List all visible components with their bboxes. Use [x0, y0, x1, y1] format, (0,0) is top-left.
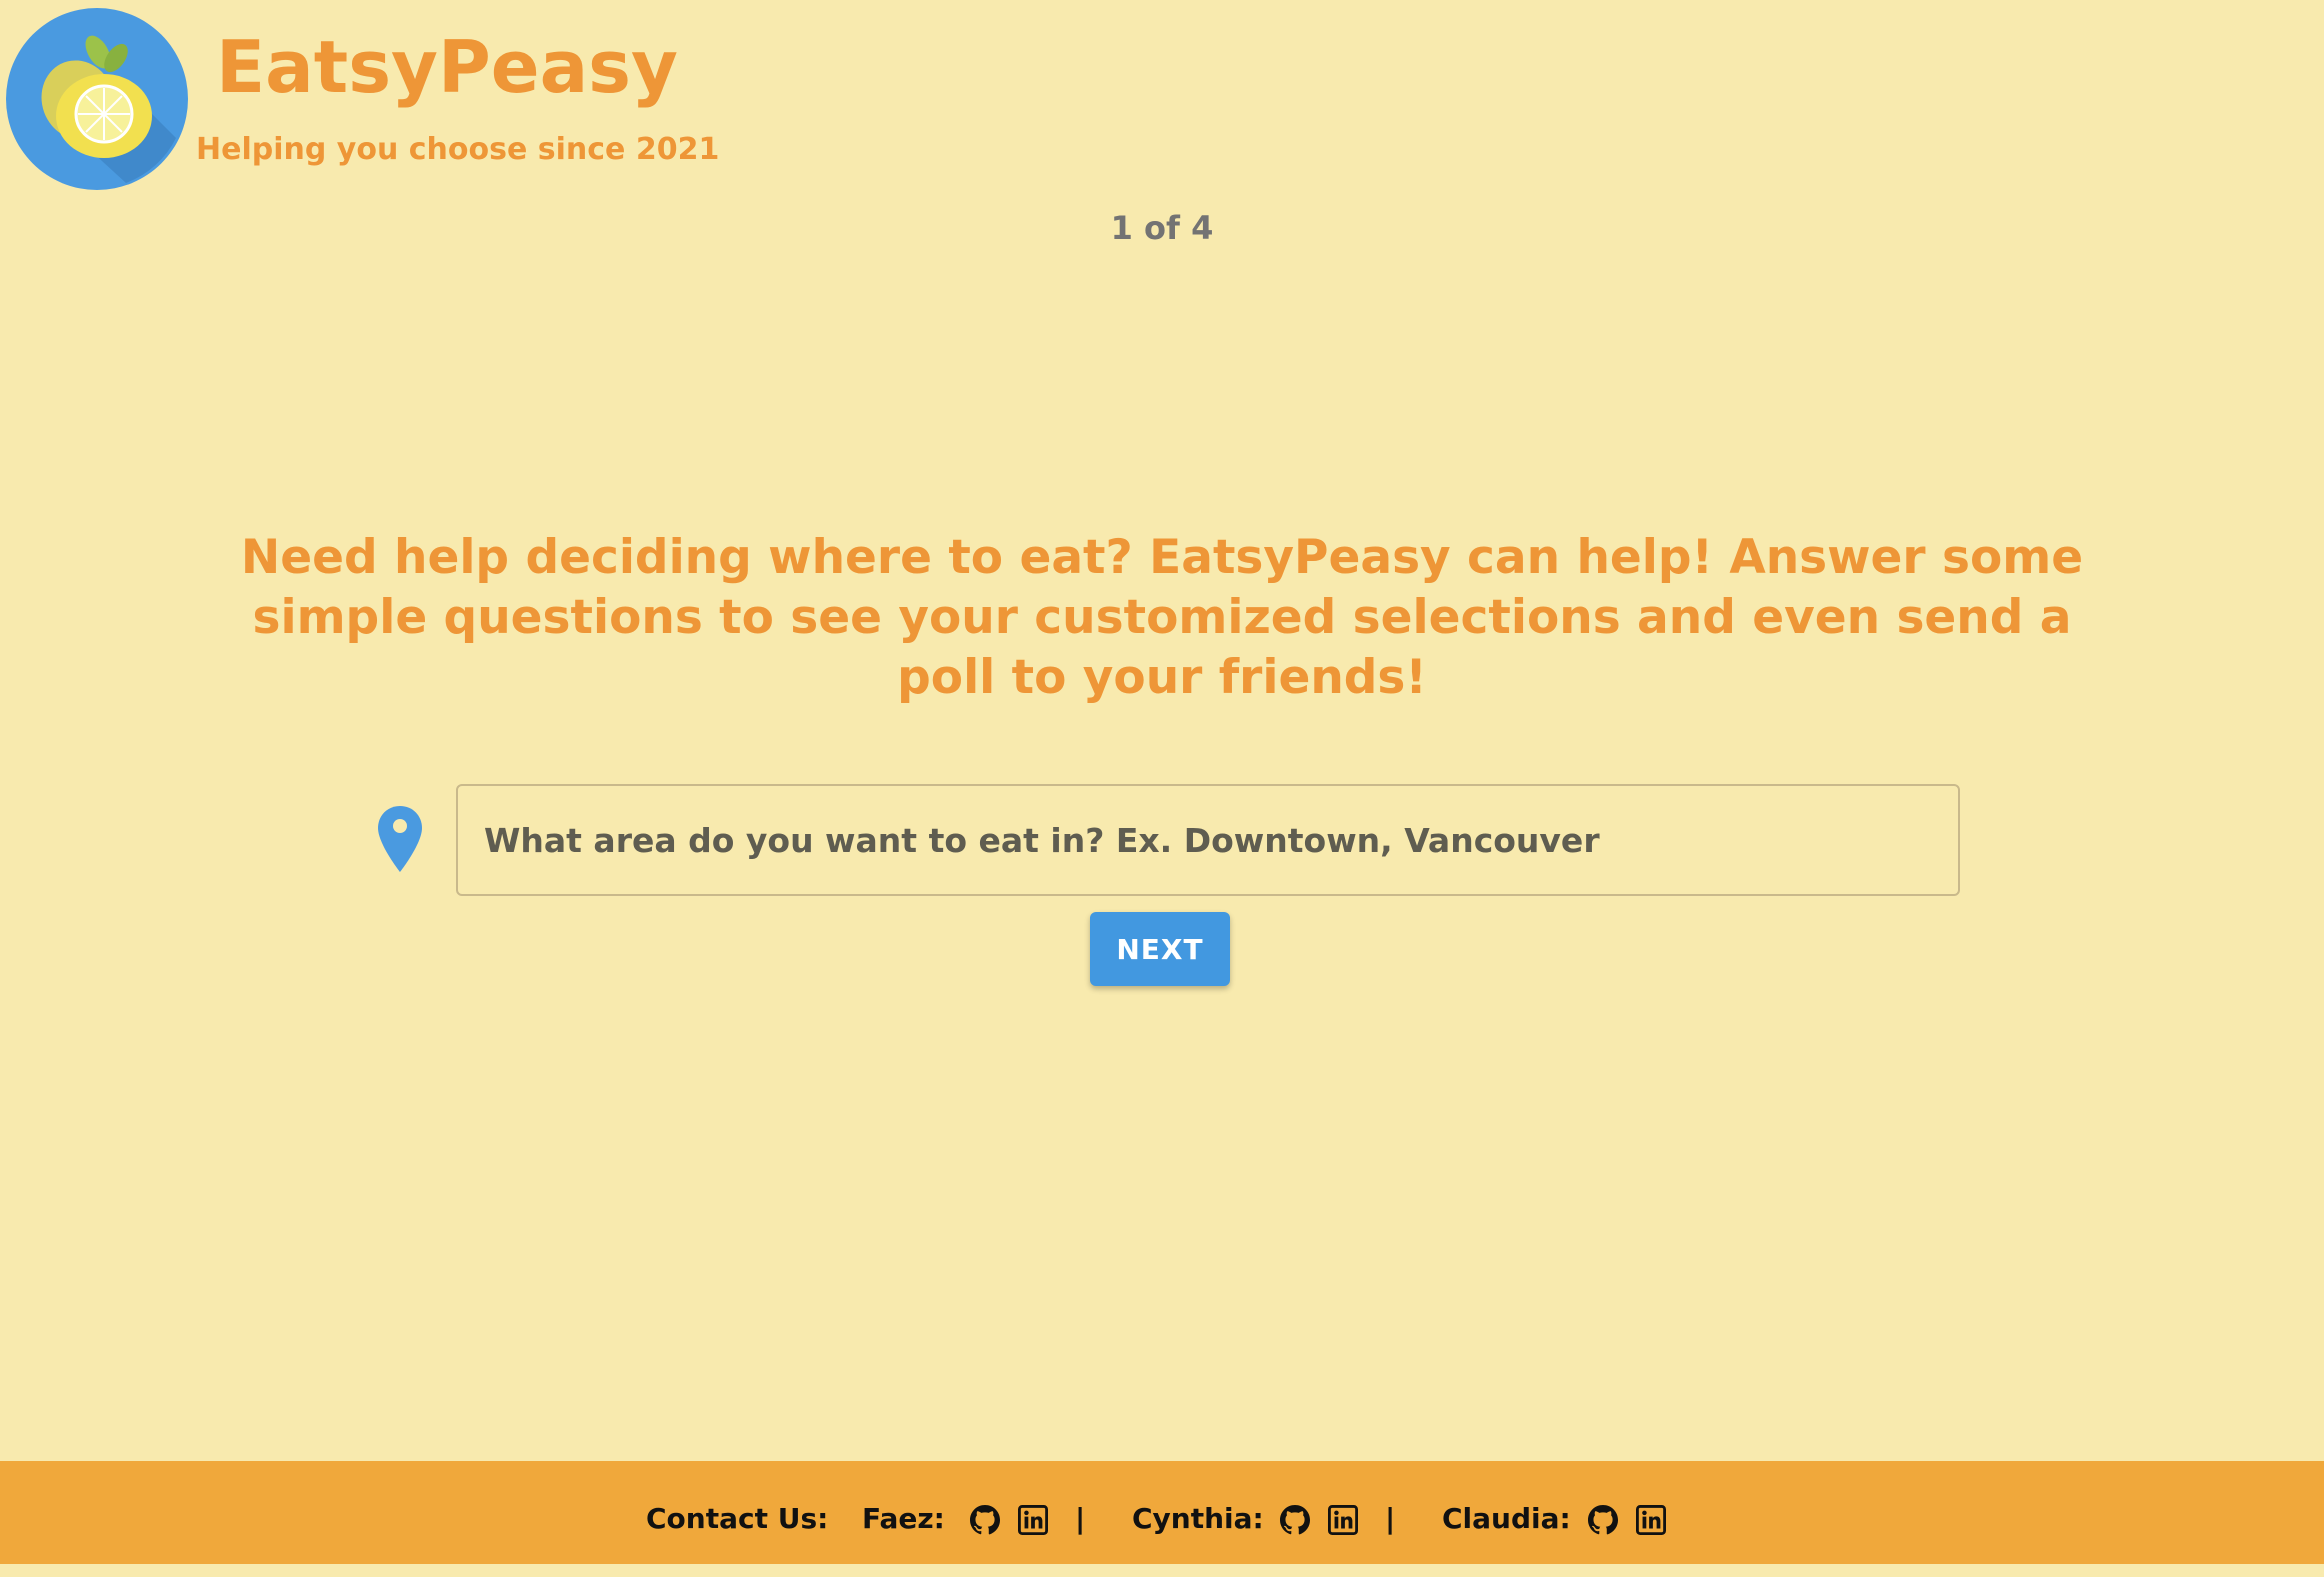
next-button[interactable]: NEXT	[1090, 912, 1230, 986]
step-counter: 1 of 4	[1110, 209, 1214, 247]
contact-name-cynthia: Cynthia:	[1132, 1502, 1264, 1535]
contact-name-faez: Faez:	[862, 1502, 945, 1535]
contact-name-claudia: Claudia:	[1442, 1502, 1571, 1535]
linkedin-icon[interactable]	[1328, 1505, 1358, 1535]
github-icon[interactable]	[970, 1505, 1000, 1535]
lemon-logo	[6, 8, 188, 190]
github-icon[interactable]	[1280, 1505, 1310, 1535]
intro-text: Need help deciding where to eat? EatsyPe…	[240, 530, 2084, 705]
app-title: EatsyPeasy	[216, 25, 678, 109]
map-pin-icon	[378, 806, 422, 872]
linkedin-icon[interactable]	[1636, 1505, 1666, 1535]
separator: |	[1385, 1502, 1396, 1535]
separator: |	[1075, 1502, 1086, 1535]
location-search-input[interactable]	[456, 784, 1960, 896]
contact-label: Contact Us:	[646, 1502, 829, 1535]
github-icon[interactable]	[1588, 1505, 1618, 1535]
footer: Contact Us: Faez: | Cynthia: | Claudia:	[0, 1461, 2324, 1564]
linkedin-icon[interactable]	[1018, 1505, 1048, 1535]
app-tagline: Helping you choose since 2021	[196, 132, 720, 167]
